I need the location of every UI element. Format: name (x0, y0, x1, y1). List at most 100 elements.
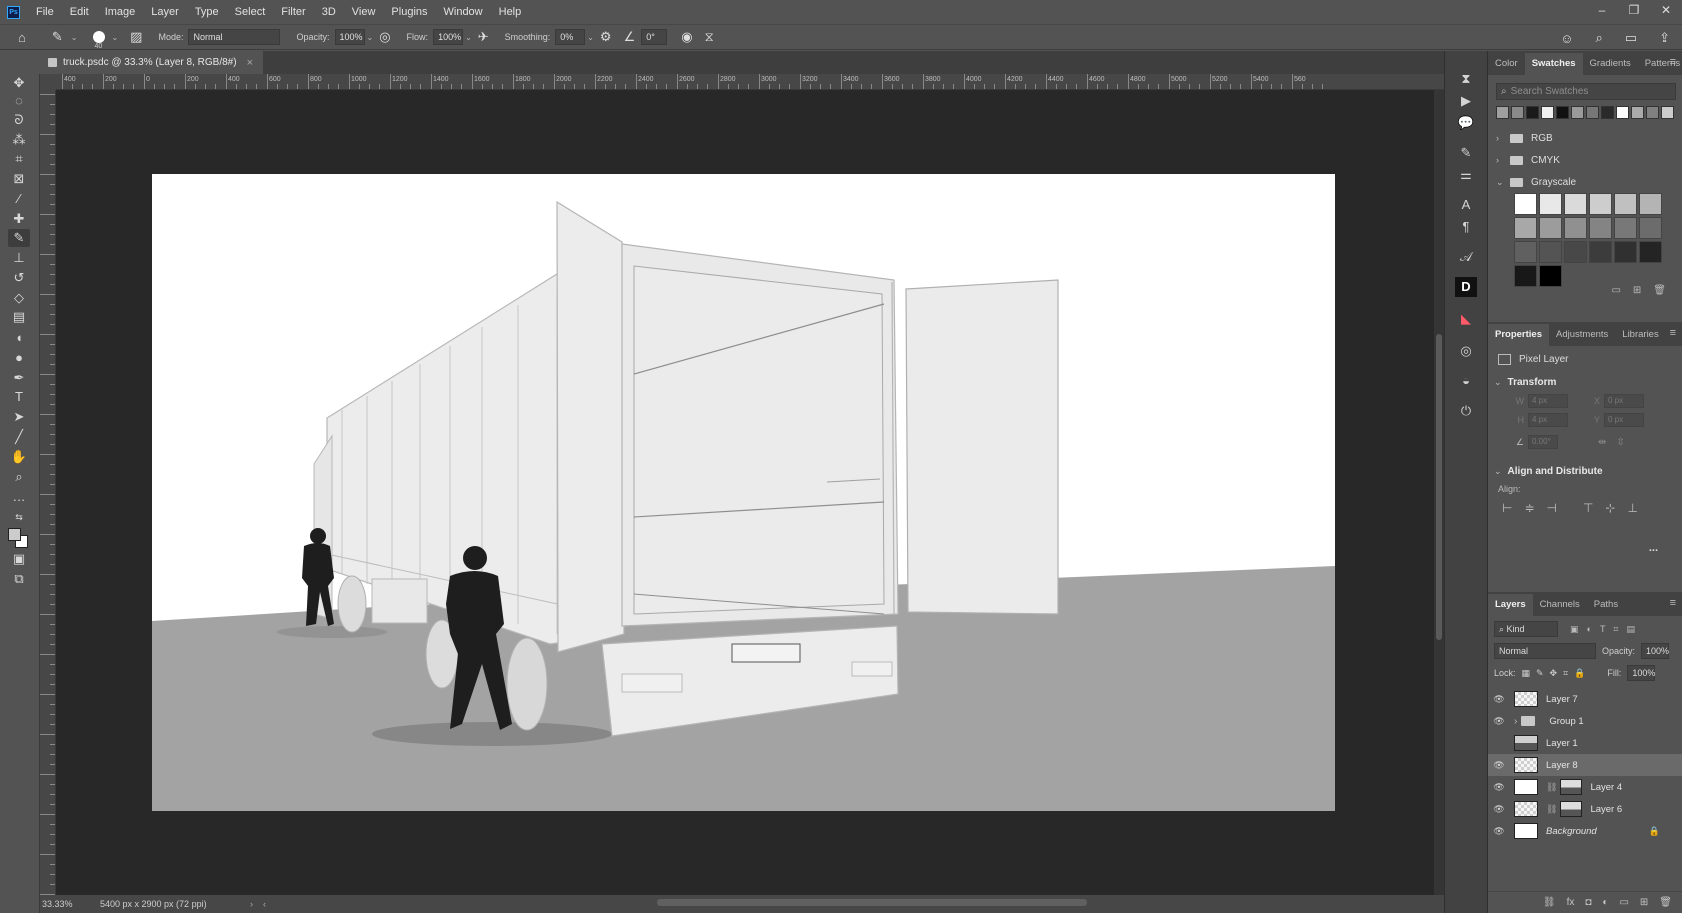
panel-menu-icon[interactable]: ≡ (1670, 327, 1676, 339)
healing-brush-tool-icon[interactable]: ✚ (8, 210, 30, 228)
align-bottom-icon[interactable]: ⊥ (1627, 501, 1637, 515)
grayscale-swatch[interactable] (1514, 217, 1537, 239)
vertical-scrollbar[interactable] (1434, 90, 1444, 895)
quick-mask-icon[interactable]: ▣ (8, 550, 30, 568)
align-top-icon[interactable]: ⊤ (1583, 501, 1593, 515)
x-field[interactable]: X 0 px (1586, 394, 1644, 408)
tab-adjustments[interactable]: Adjustments (1549, 324, 1615, 346)
comments-icon[interactable]: 💬 (1455, 113, 1477, 133)
tab-properties[interactable]: Properties (1488, 324, 1549, 346)
restore-button[interactable]: ❐ (1618, 0, 1650, 20)
transform-section[interactable]: ⌄ Transform (1488, 372, 1682, 392)
brush-settings-icon[interactable]: ✎ (1455, 143, 1477, 163)
recent-swatch[interactable] (1586, 106, 1599, 119)
recent-swatch[interactable] (1526, 106, 1539, 119)
plugin-sphere-icon[interactable]: ◒ (1455, 371, 1477, 391)
layer-mask-thumbnail[interactable] (1560, 779, 1583, 795)
recent-swatch[interactable] (1631, 106, 1644, 119)
adjust-icon[interactable]: ⚌ (1455, 165, 1477, 185)
grayscale-swatch[interactable] (1539, 193, 1562, 215)
foreground-color-swatch[interactable] (8, 528, 21, 541)
grayscale-swatch[interactable] (1639, 241, 1662, 263)
chevron-right-icon[interactable]: › (1514, 716, 1517, 727)
tab-paths[interactable]: Paths (1587, 594, 1625, 616)
brush-tool-icon[interactable]: ✎ (8, 229, 30, 247)
recent-swatch[interactable] (1616, 106, 1629, 119)
grayscale-swatch[interactable] (1539, 265, 1562, 287)
chevron-down-icon[interactable]: ⌄ (587, 33, 594, 42)
plugin-red-icon[interactable]: ◣ (1455, 309, 1477, 329)
menu-filter[interactable]: Filter (273, 0, 313, 24)
menu-plugins[interactable]: Plugins (383, 0, 435, 24)
document-canvas[interactable] (152, 174, 1335, 811)
history-brush-tool-icon[interactable]: ↺ (8, 269, 30, 287)
grayscale-swatch[interactable] (1589, 217, 1612, 239)
power-icon[interactable]: ⏻ (1455, 401, 1477, 421)
grayscale-swatch[interactable] (1589, 193, 1612, 215)
chevron-right-icon[interactable]: › (1496, 155, 1506, 165)
grayscale-swatch[interactable] (1614, 241, 1637, 263)
blur-tool-icon[interactable]: ◖ (8, 329, 30, 347)
more-tools-icon[interactable]: … (8, 488, 30, 506)
align-center-h-icon[interactable]: ≑ (1524, 501, 1534, 515)
tab-color[interactable]: Color (1488, 53, 1525, 75)
swatch-folder-rgb[interactable]: › RGB (1488, 127, 1682, 149)
chevron-down-icon[interactable]: ⌄ (465, 33, 472, 42)
tab-layers[interactable]: Layers (1488, 594, 1533, 616)
path-select-tool-icon[interactable]: ➤ (8, 408, 30, 426)
clone-stamp-tool-icon[interactable]: ⊥ (8, 249, 30, 267)
grayscale-swatch[interactable] (1639, 217, 1662, 239)
smoothing-field[interactable]: 0% (555, 29, 586, 45)
opacity-field[interactable]: 100% (334, 29, 365, 45)
eraser-tool-icon[interactable]: ◇ (8, 289, 30, 307)
menu-edit[interactable]: Edit (62, 0, 97, 24)
layer-row[interactable]: 👁 Layer 7 (1488, 688, 1682, 710)
trash-icon[interactable]: 🗑 (1659, 897, 1672, 908)
move-tool-icon[interactable]: ✥ (8, 74, 30, 92)
recent-swatch[interactable] (1556, 106, 1569, 119)
swatch-search-input[interactable]: ⌕ Search Swatches (1496, 83, 1676, 100)
gradient-tool-icon[interactable]: ▤ (8, 308, 30, 326)
eye-icon[interactable]: 👁 (1488, 782, 1510, 793)
plugin-d-icon[interactable]: D (1455, 277, 1477, 297)
eye-icon[interactable]: 👁 (1488, 760, 1510, 771)
swap-colors-icon[interactable]: ⇆ (8, 508, 30, 526)
y-field[interactable]: Y 0 px (1586, 413, 1644, 427)
grayscale-swatch[interactable] (1614, 217, 1637, 239)
recent-swatch[interactable] (1646, 106, 1659, 119)
vertical-scroll-thumb[interactable] (1436, 334, 1442, 640)
mask-link-icon[interactable]: ⛓ (1546, 782, 1557, 793)
recent-swatch[interactable] (1661, 106, 1674, 119)
chevron-down-icon[interactable]: ⌄ (367, 33, 374, 42)
gear-icon[interactable]: ⚙ (594, 29, 618, 45)
recent-swatch[interactable] (1571, 106, 1584, 119)
actions-icon[interactable]: ▶ (1455, 91, 1477, 111)
zoom-level[interactable]: 33.33% (42, 899, 100, 909)
grayscale-swatch[interactable] (1514, 241, 1537, 263)
menu-3d[interactable]: 3D (314, 0, 344, 24)
eye-icon[interactable]: 👁 (1488, 826, 1510, 837)
grayscale-swatch[interactable] (1564, 241, 1587, 263)
brush-preset-icon[interactable]: ✎ (46, 29, 69, 45)
workspace-icon[interactable]: ▭ (1619, 30, 1643, 46)
pressure-opacity-icon[interactable]: ◎ (373, 29, 396, 45)
layer-row[interactable]: 👁 › Group 1 (1488, 710, 1682, 732)
grayscale-swatch[interactable] (1639, 193, 1662, 215)
search-icon[interactable]: ⌕ (1590, 30, 1609, 46)
new-swatch-icon[interactable]: ⊞ (1633, 285, 1641, 296)
swatch-folder-cmyk[interactable]: › CMYK (1488, 149, 1682, 171)
history-icon[interactable]: ⧗ (1455, 69, 1477, 89)
panel-menu-icon[interactable]: ≡ (1670, 597, 1676, 609)
document-tab[interactable]: truck.psdc @ 33.3% (Layer 8, RGB/8#) × (40, 51, 263, 74)
layer-row[interactable]: 👁 ⛓ Layer 6 (1488, 798, 1682, 820)
menu-layer[interactable]: Layer (143, 0, 187, 24)
home-icon[interactable]: ⌂ (12, 30, 32, 45)
marquee-tool-icon[interactable]: ◌ (8, 92, 30, 110)
adjustment-layer-icon[interactable]: ◐ (1602, 897, 1608, 908)
height-field[interactable]: H4 px (1510, 413, 1568, 427)
brush-settings-icon[interactable]: ▨ (124, 29, 148, 45)
pressure-size-icon[interactable]: ◉ (675, 29, 698, 45)
chevron-right-icon[interactable]: › (1496, 133, 1506, 143)
link-layers-icon[interactable]: ⛓ (1543, 897, 1556, 908)
layer-row[interactable]: Layer 1 (1488, 732, 1682, 754)
